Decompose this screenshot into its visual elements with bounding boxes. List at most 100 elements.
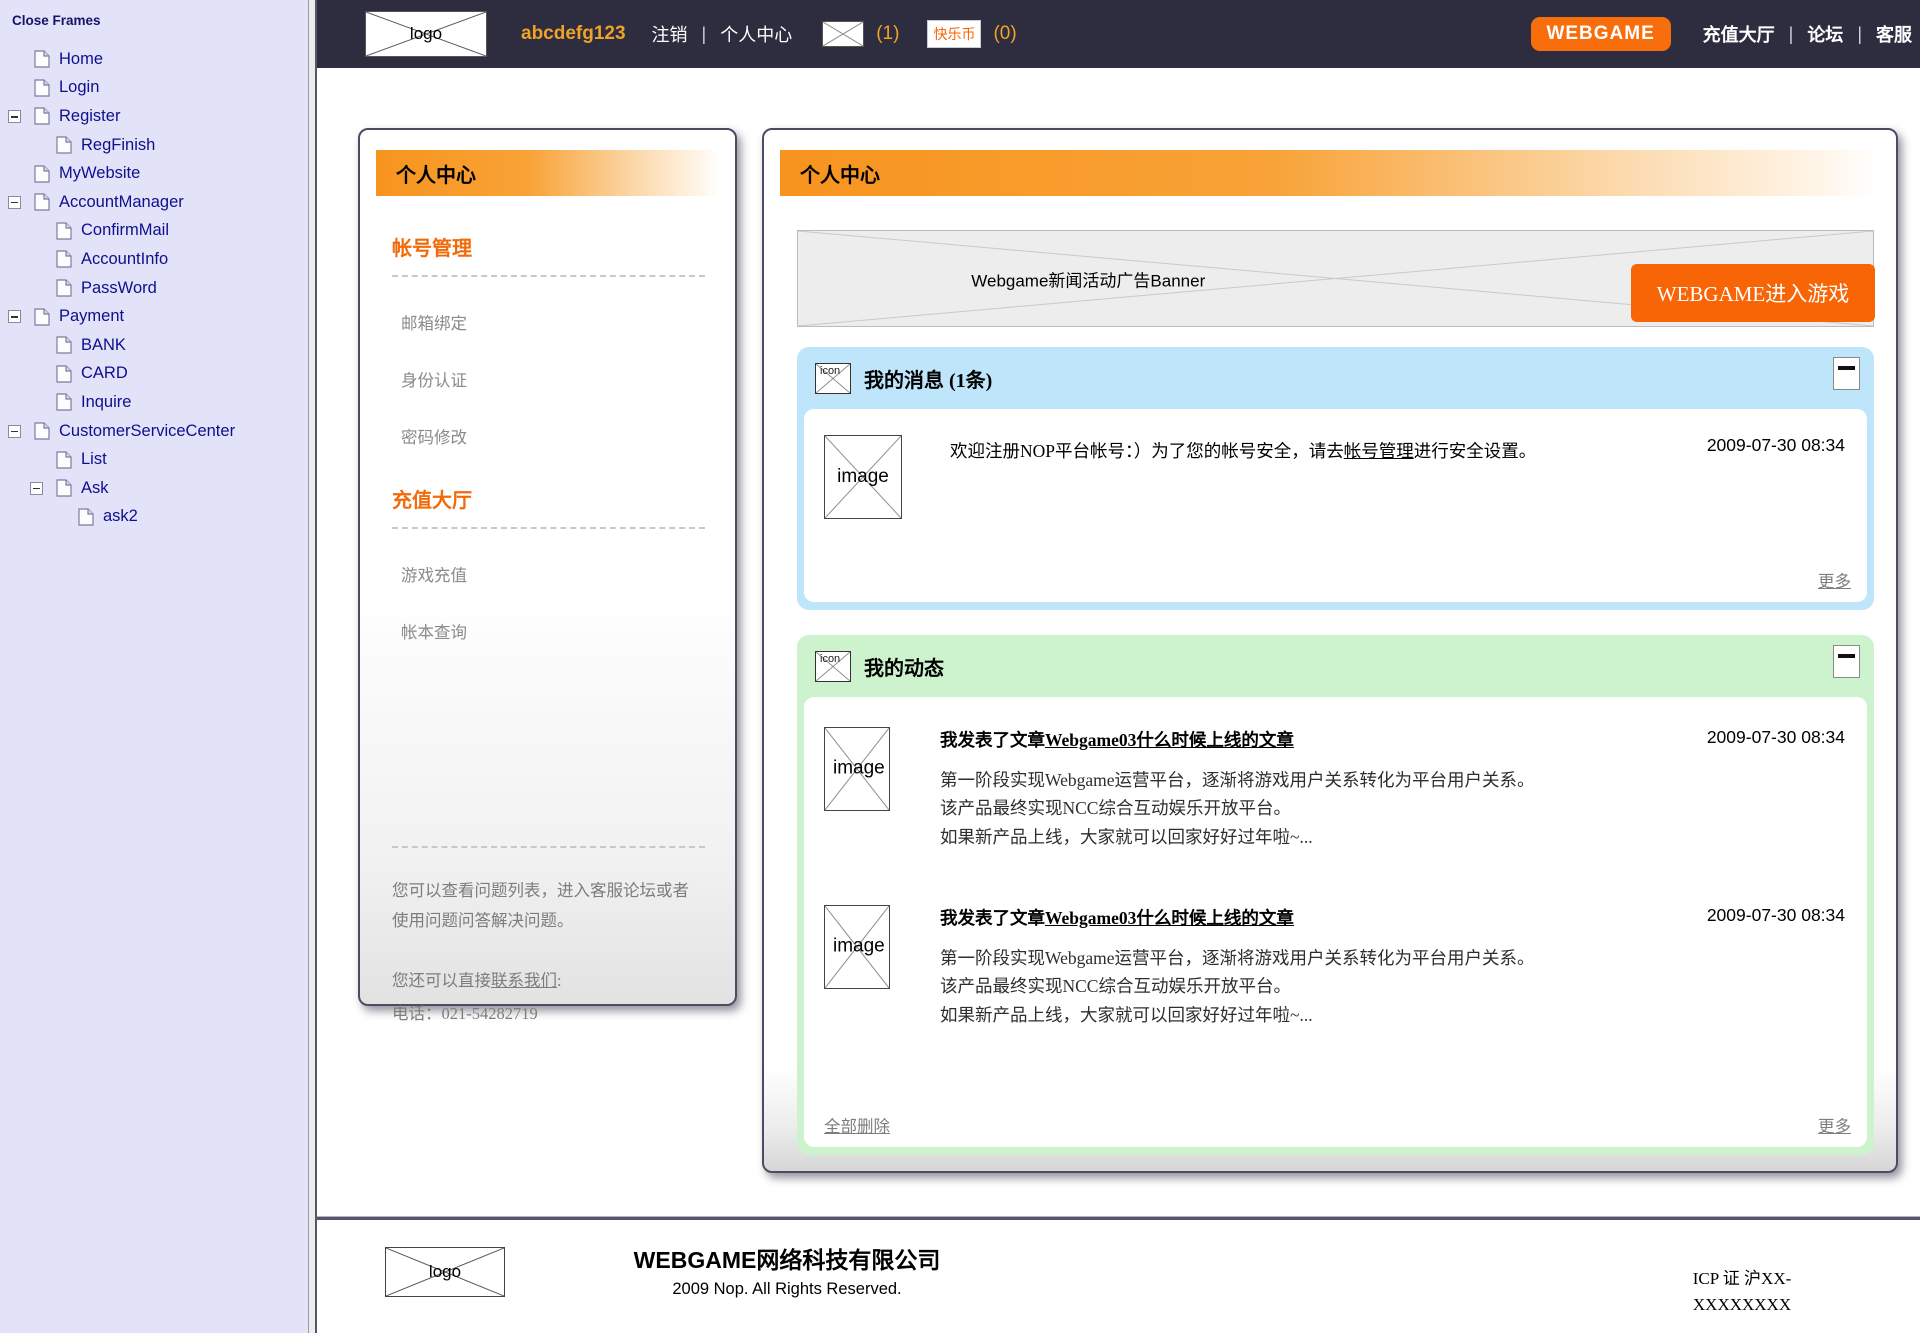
page-icon [56,451,72,469]
personal-center-link[interactable]: 个人中心 [720,21,792,47]
webgame-button[interactable]: WEBGAME [1531,17,1671,51]
sidebar-item-ask2[interactable]: ask2 [0,503,308,532]
phone-number: 电话：021-54282719 [392,1000,705,1024]
separator: | [1789,24,1794,45]
frame-divider[interactable] [308,0,317,1333]
sidebar-item-label[interactable]: PassWord [81,279,157,298]
messages-more-link[interactable]: 更多 [1818,568,1851,592]
sidebar-item-label[interactable]: MyWebsite [59,164,140,183]
sidebar-item-label[interactable]: List [81,450,107,469]
sidebar-item-password[interactable]: PassWord [0,274,308,303]
activity-image-placeholder: image [824,727,890,811]
page-icon [78,508,94,526]
mail-icon[interactable] [822,21,864,47]
logout-link[interactable]: 注销 [652,21,688,47]
activity-article-link[interactable]: Webgame03什么时候上线的文章 [1045,908,1294,928]
contact-prefix: 您还可以直接 [392,971,491,990]
main-frame: logo abcdefg123 注销 | 个人中心 (1) 快乐币 (0) WE… [317,0,1920,1333]
sidebar-item-label[interactable]: Register [59,107,120,126]
minimize-button[interactable] [1833,357,1860,390]
collapse-toggle-icon[interactable] [8,425,21,438]
frames-sidebar: Close Frames Home Login Register RegFinish M… [0,0,308,1333]
messages-body: image 欢迎注册NOP平台帐号：）为了您的帐号安全，请去帐号管理进行安全设置… [804,409,1867,602]
recharge-hall-link[interactable]: 充值大厅 [1703,21,1775,47]
menu-item-game-recharge[interactable]: 游戏充值 [392,562,705,586]
sidebar-item-label[interactable]: BANK [81,336,126,355]
sidebar-item-accountinfo[interactable]: AccountInfo [0,245,308,274]
sidebar-item-label[interactable]: AccountManager [59,193,184,212]
separator: | [1857,24,1862,45]
banner-label: Webgame新闻活动广告Banner [971,266,1205,291]
personal-center-side-panel: 个人中心 帐号管理 邮箱绑定 身份认证 密码修改 充值大厅 游戏充值 帐本查询 … [358,128,737,1006]
account-manage-link[interactable]: 帐号管理 [1344,441,1414,461]
collapse-toggle-icon[interactable] [8,196,21,209]
my-activities-section: icon 我的动态 image我发表了文章Webgame03什么时候上线的文章2… [797,635,1874,1155]
sidebar-item-accountmanager[interactable]: AccountManager [0,188,308,217]
my-messages-section: icon 我的消息 (1条) image 欢迎注册NOP平台帐号：）为了您的帐号… [797,347,1874,610]
contact-us-link[interactable]: 联系我们 [491,971,557,990]
sidebar-item-list[interactable]: List [0,445,308,474]
activity-body: 第一阶段实现Webgame运营平台，逐渐将游戏用户关系转化为平台用户关系。该产品… [940,944,1851,1029]
activities-more-link[interactable]: 更多 [1818,1113,1851,1137]
sidebar-item-label[interactable]: Payment [59,307,124,326]
collapse-toggle-icon[interactable] [8,110,21,123]
coin-icon[interactable]: 快乐币 [927,20,981,48]
sidebar-item-label[interactable]: Home [59,50,103,69]
forum-link[interactable]: 论坛 [1807,21,1843,47]
page-icon [56,365,72,383]
sidebar-item-inquire[interactable]: Inquire [0,388,308,417]
close-frames-link[interactable]: Close Frames [0,0,308,28]
sidebar-item-label[interactable]: Inquire [81,393,131,412]
sidebar-item-label[interactable]: CARD [81,364,128,383]
icp-line2: XXXXXXXX [1647,1292,1837,1318]
sidebar-item-ask[interactable]: Ask [0,474,308,503]
coin-count[interactable]: (0) [993,23,1016,45]
account-manage-heading[interactable]: 帐号管理 [392,232,705,277]
menu-item-password[interactable]: 密码修改 [392,424,705,448]
collapse-toggle-icon[interactable] [30,482,43,495]
icon-label: icon [820,653,840,665]
page-icon [34,50,50,68]
activities-list: image我发表了文章Webgame03什么时候上线的文章2009-07-30 … [824,727,1851,1029]
page-icon [56,336,72,354]
menu-item-mail-bind[interactable]: 邮箱绑定 [392,310,705,334]
sidebar-item-label[interactable]: Ask [81,479,109,498]
sidebar-item-label[interactable]: ConfirmMail [81,221,169,240]
delete-all-link[interactable]: 全部删除 [824,1113,890,1137]
sidebar-item-label[interactable]: ask2 [103,507,138,526]
sidebar-item-label[interactable]: RegFinish [81,136,155,155]
site-logo[interactable]: logo [365,11,487,57]
collapse-toggle-icon[interactable] [8,310,21,323]
icon-label: icon [820,365,840,377]
activity-item: image我发表了文章Webgame03什么时候上线的文章2009-07-30 … [824,905,1851,1029]
sidebar-item-bank[interactable]: BANK [0,331,308,360]
company-name: WEBGAME网络科技有限公司 [487,1241,1087,1275]
sidebar-item-home[interactable]: Home [0,45,308,74]
mail-count[interactable]: (1) [876,23,899,45]
enter-game-button[interactable]: WEBGAME进入游戏 [1631,264,1875,322]
sidebar-item-mywebsite[interactable]: MyWebsite [0,159,308,188]
icp-line1: ICP 证 沪XX- [1647,1266,1837,1292]
menu-item-account-inquire[interactable]: 帐本查询 [392,619,705,643]
page-icon [56,393,72,411]
sidebar-item-label[interactable]: Login [59,78,99,97]
sidebar-item-regfinish[interactable]: RegFinish [0,131,308,160]
menu-item-identity[interactable]: 身份认证 [392,367,705,391]
sidebar-item-label[interactable]: CustomerServiceCenter [59,422,235,441]
activity-body: 第一阶段实现Webgame运营平台，逐渐将游戏用户关系转化为平台用户关系。该产品… [940,766,1851,851]
activity-article-link[interactable]: Webgame03什么时候上线的文章 [1045,730,1294,750]
message-image-placeholder: image [824,435,902,519]
recharge-hall-heading[interactable]: 充值大厅 [392,484,705,529]
dashed-divider [392,846,705,848]
page-icon [34,107,50,125]
sidebar-item-customerservicecenter[interactable]: CustomerServiceCenter [0,417,308,446]
sidebar-item-label[interactable]: AccountInfo [81,250,168,269]
logo-label: logo [429,1262,461,1282]
sidebar-item-card[interactable]: CARD [0,360,308,389]
sidebar-item-login[interactable]: Login [0,74,308,103]
sidebar-item-register[interactable]: Register [0,102,308,131]
sidebar-item-payment[interactable]: Payment [0,302,308,331]
sidebar-item-confirmmail[interactable]: ConfirmMail [0,217,308,246]
customer-service-link[interactable]: 客服 [1876,21,1912,47]
minimize-button[interactable] [1833,645,1860,678]
